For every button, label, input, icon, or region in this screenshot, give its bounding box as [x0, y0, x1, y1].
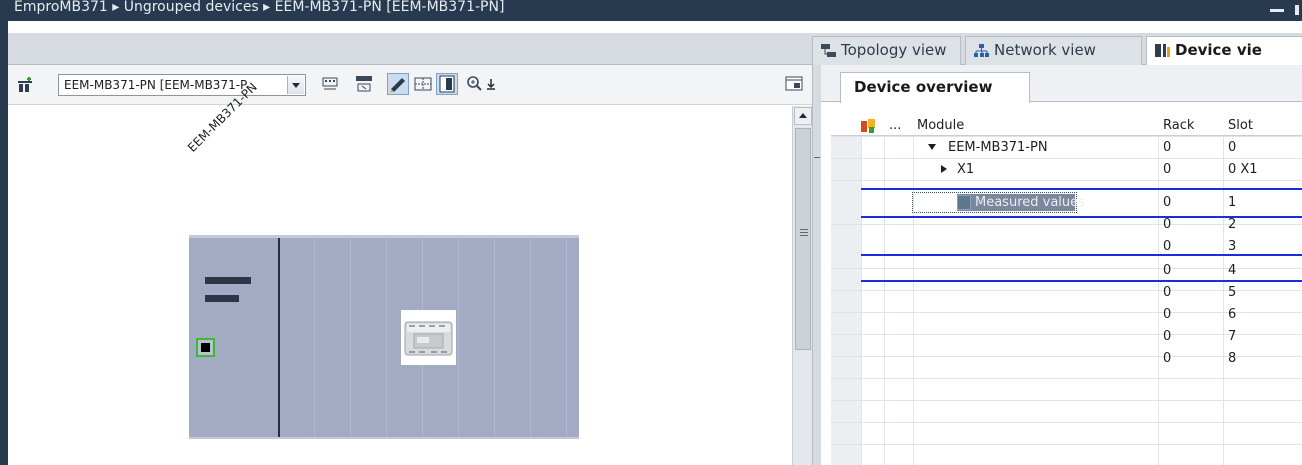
slot-divider	[530, 238, 531, 437]
slot-cell: 5	[1228, 285, 1237, 300]
tab-network-view[interactable]: Network view	[965, 36, 1142, 65]
tab-device-view[interactable]: Device vie	[1146, 36, 1302, 65]
slot-cell: 0 X1	[1228, 162, 1258, 177]
show-names-icon	[356, 76, 372, 92]
scroll-grip	[800, 232, 808, 233]
device-overview-table: ... Module Rack Slot EEM-MB371-PN 0 0 X1	[831, 115, 1302, 465]
zoom-dropdown-button[interactable]	[484, 73, 498, 95]
edit-mode-button[interactable]	[387, 73, 409, 95]
device-select-value: EEM-MB371-PN [EEM-MB371-P	[64, 78, 248, 92]
slot-cell: 2	[1228, 217, 1237, 232]
page-break-icon	[439, 75, 455, 93]
module-cell: X1	[957, 162, 975, 177]
window-minimize-icon[interactable]	[1262, 0, 1302, 21]
module-cell: EEM-MB371-PN	[948, 140, 1048, 155]
rack-cell: 0	[1163, 351, 1172, 366]
rack-cell: 0	[1163, 140, 1172, 155]
slot-cell: 7	[1228, 329, 1237, 344]
status-bar	[205, 277, 251, 284]
grid-button[interactable]	[412, 73, 434, 95]
device-rack[interactable]	[189, 235, 579, 439]
tab-device-overview[interactable]: Device overview	[840, 72, 1030, 103]
selection-line	[861, 188, 1302, 190]
scroll-up-icon[interactable]	[794, 107, 812, 125]
zoom-button[interactable]	[464, 73, 486, 95]
device-view-icon	[1155, 44, 1170, 57]
slot-divider	[494, 238, 495, 437]
device-select[interactable]: EEM-MB371-PN [EEM-MB371-P	[58, 74, 306, 96]
expand-down-icon[interactable]	[928, 144, 936, 150]
device-image-icon[interactable]	[401, 310, 456, 365]
tab-device-label: Device vie	[1175, 41, 1262, 59]
splitter-grip-icon	[814, 157, 820, 158]
canvas-scrollbar[interactable]	[792, 106, 812, 465]
slot-divider	[314, 238, 315, 437]
rack-cell: 0	[1163, 162, 1172, 177]
slot-divider	[350, 238, 351, 437]
column-header-slot[interactable]: Slot	[1228, 115, 1253, 136]
device-overview-panel: Device overview ... Module Rack Slot EEM…	[821, 65, 1302, 465]
rack-cell: 0	[1163, 217, 1172, 232]
network-view-icon	[974, 44, 989, 57]
tab-topology-label: Topology view	[841, 41, 947, 59]
column-header-ellipsis[interactable]: ...	[889, 115, 901, 136]
slot-cell: 8	[1228, 351, 1237, 366]
rack-cell: 0	[1163, 329, 1172, 344]
dropdown-arrow-icon[interactable]	[287, 76, 304, 94]
column-header-module[interactable]: Module	[917, 115, 964, 136]
status-bar-short	[205, 295, 239, 302]
device-view-toolbar: EEM-MB371-PN [EEM-MB371-P	[8, 65, 812, 105]
module-cell[interactable]: Measured values	[975, 192, 1085, 213]
overview-tab-bar: Device overview	[821, 65, 1302, 103]
page-break-button[interactable]	[436, 73, 458, 95]
rack-cell: 0	[1163, 195, 1172, 210]
slot-divider	[566, 238, 567, 437]
rack-cell: 0	[1163, 307, 1172, 322]
zoom-dropdown-icon	[487, 79, 495, 90]
edit-mode-icon	[390, 78, 405, 93]
title-bar: EmproMB371 ▸ Ungrouped devices ▸ EEM-MB3…	[0, 0, 1302, 21]
slot-cell: 6	[1228, 307, 1237, 322]
scroll-grip	[800, 235, 808, 236]
rack-cell: 0	[1163, 239, 1172, 254]
module-icon	[957, 195, 971, 210]
ethernet-port-icon[interactable]	[196, 338, 215, 357]
rack-divider	[278, 238, 280, 437]
window-left-border	[0, 21, 8, 465]
scrollbar-thumb[interactable]	[795, 128, 811, 350]
overview-toggle-icon	[785, 76, 803, 91]
column-header-rack[interactable]: Rack	[1163, 115, 1194, 136]
expand-right-icon[interactable]	[941, 165, 947, 173]
slot-cell: 1	[1228, 195, 1237, 210]
panel-splitter[interactable]	[812, 65, 821, 465]
tab-network-label: Network view	[994, 41, 1096, 59]
breadcrumb: EmproMB371 ▸ Ungrouped devices ▸ EEM-MB3…	[14, 0, 505, 15]
topology-view-icon	[821, 44, 836, 57]
slot-cell: 4	[1228, 263, 1237, 278]
slot-divider	[386, 238, 387, 437]
grid-icon	[414, 77, 432, 91]
overview-toggle-button[interactable]	[783, 73, 805, 95]
rack-cell: 0	[1163, 263, 1172, 278]
table-header: ... Module Rack Slot	[831, 115, 1302, 136]
show-interfaces-button[interactable]	[319, 73, 341, 95]
show-names-button[interactable]	[353, 73, 375, 95]
diagnostics-icon	[861, 119, 875, 133]
show-interfaces-icon	[322, 77, 338, 90]
zoom-icon	[467, 76, 482, 91]
rack-cell: 0	[1163, 285, 1172, 300]
slot-divider	[458, 238, 459, 437]
slot-cell: 3	[1228, 239, 1237, 254]
device-connect-icon[interactable]	[16, 76, 34, 94]
scroll-grip	[800, 229, 808, 230]
tab-topology-view[interactable]: Topology view	[812, 36, 961, 65]
view-tab-bar: Topology view Network view Device vie	[8, 33, 1302, 65]
slot-cell: 0	[1228, 140, 1237, 155]
